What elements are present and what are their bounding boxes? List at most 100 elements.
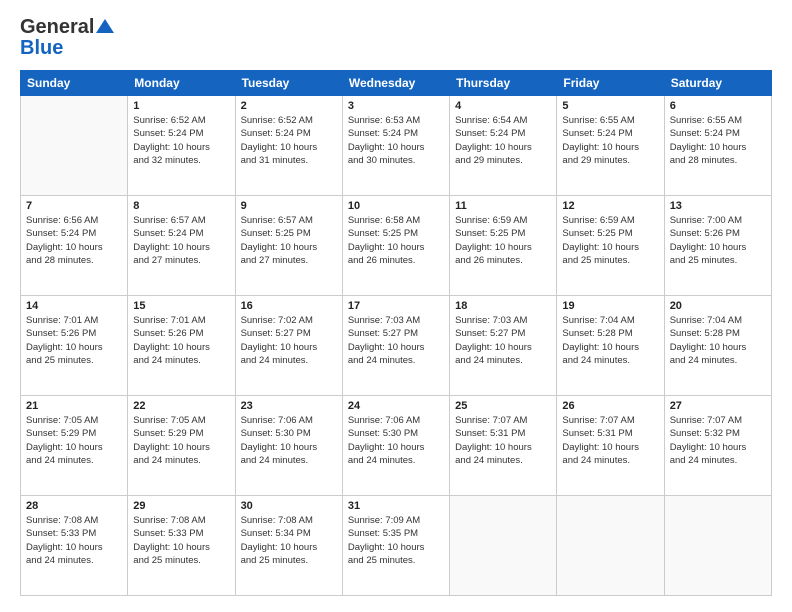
logo-blue: Blue	[20, 37, 63, 60]
weekday-header-saturday: Saturday	[664, 71, 771, 96]
day-info: Sunrise: 6:55 AM Sunset: 5:24 PM Dayligh…	[670, 114, 766, 167]
calendar-week-row: 7Sunrise: 6:56 AM Sunset: 5:24 PM Daylig…	[21, 196, 772, 296]
calendar-cell: 26Sunrise: 7:07 AM Sunset: 5:31 PM Dayli…	[557, 396, 664, 496]
calendar-cell: 11Sunrise: 6:59 AM Sunset: 5:25 PM Dayli…	[450, 196, 557, 296]
day-number: 28	[26, 500, 122, 512]
day-info: Sunrise: 7:01 AM Sunset: 5:26 PM Dayligh…	[133, 314, 229, 367]
calendar-cell: 16 Sunrise: 7:02 AM Sunset: 5:27 PM Dayli…	[235, 296, 342, 396]
day-info: Sunrise: 6:57 AM Sunset: 5:25 PM Dayligh…	[241, 214, 337, 267]
calendar-cell: 1 Sunrise: 6:52 AM Sunset: 5:24 PM Daylig…	[128, 96, 235, 196]
day-number: 2	[241, 100, 337, 112]
day-info: Sunrise: 7:07 AM Sunset: 5:31 PM Dayligh…	[562, 414, 658, 467]
day-number: 25	[455, 400, 551, 412]
day-number: 18	[455, 300, 551, 312]
weekday-header-wednesday: Wednesday	[342, 71, 449, 96]
calendar-cell: 4Sunrise: 6:54 AM Sunset: 5:24 PM Daylig…	[450, 96, 557, 196]
day-info: Sunrise: 7:06 AM Sunset: 5:30 PM Dayligh…	[241, 414, 337, 467]
day-number: 22	[133, 400, 229, 412]
weekday-header-sunday: Sunday	[21, 71, 128, 96]
weekday-header-tuesday: Tuesday	[235, 71, 342, 96]
weekday-header-monday: Monday	[128, 71, 235, 96]
day-info: Sunrise: 7:04 AM Sunset: 5:28 PM Dayligh…	[562, 314, 658, 367]
weekday-header-thursday: Thursday	[450, 71, 557, 96]
day-info: Sunrise: 7:07 AM Sunset: 5:31 PM Dayligh…	[455, 414, 551, 467]
day-number: 31	[348, 500, 444, 512]
calendar-week-row: 1 Sunrise: 6:52 AM Sunset: 5:24 PM Daylig…	[21, 96, 772, 196]
calendar-cell: 2 Sunrise: 6:52 AM Sunset: 5:24 PM Daylig…	[235, 96, 342, 196]
calendar-cell: 14Sunrise: 7:01 AM Sunset: 5:26 PM Dayli…	[21, 296, 128, 396]
day-info: Sunrise: 7:05 AM Sunset: 5:29 PM Dayligh…	[26, 414, 122, 467]
day-info: Sunrise: 7:06 AM Sunset: 5:30 PM Dayligh…	[348, 414, 444, 467]
weekday-header-row: SundayMondayTuesdayWednesdayThursdayFrid…	[21, 71, 772, 96]
day-number: 11	[455, 200, 551, 212]
day-number: 21	[26, 400, 122, 412]
calendar-week-row: 21 Sunrise: 7:05 AM Sunset: 5:29 PM Dayli…	[21, 396, 772, 496]
day-number: 27	[670, 400, 766, 412]
calendar-cell: 24 Sunrise: 7:06 AM Sunset: 5:30 PM Dayli…	[342, 396, 449, 496]
day-info: Sunrise: 7:08 AM Sunset: 5:33 PM Dayligh…	[26, 514, 122, 567]
calendar-cell: 25 Sunrise: 7:07 AM Sunset: 5:31 PM Dayli…	[450, 396, 557, 496]
day-number: 24	[348, 400, 444, 412]
calendar-week-row: 14Sunrise: 7:01 AM Sunset: 5:26 PM Dayli…	[21, 296, 772, 396]
day-number: 10	[348, 200, 444, 212]
calendar-cell: 13 Sunrise: 7:00 AM Sunset: 5:26 PM Dayli…	[664, 196, 771, 296]
calendar-cell: 19 Sunrise: 7:04 AM Sunset: 5:28 PM Dayli…	[557, 296, 664, 396]
calendar-cell	[664, 496, 771, 596]
calendar-cell: 30 Sunrise: 7:08 AM Sunset: 5:34 PM Dayli…	[235, 496, 342, 596]
day-number: 13	[670, 200, 766, 212]
calendar-cell: 18 Sunrise: 7:03 AM Sunset: 5:27 PM Dayli…	[450, 296, 557, 396]
day-number: 17	[348, 300, 444, 312]
calendar-cell	[21, 96, 128, 196]
calendar-cell: 22 Sunrise: 7:05 AM Sunset: 5:29 PM Dayli…	[128, 396, 235, 496]
day-info: Sunrise: 6:57 AM Sunset: 5:24 PM Dayligh…	[133, 214, 229, 267]
day-number: 8	[133, 200, 229, 212]
day-number: 16	[241, 300, 337, 312]
calendar-cell: 29Sunrise: 7:08 AM Sunset: 5:33 PM Dayli…	[128, 496, 235, 596]
logo-triangle-icon	[96, 19, 114, 33]
calendar-cell: 3Sunrise: 6:53 AM Sunset: 5:24 PM Daylig…	[342, 96, 449, 196]
day-info: Sunrise: 7:02 AM Sunset: 5:27 PM Dayligh…	[241, 314, 337, 367]
day-number: 15	[133, 300, 229, 312]
day-info: Sunrise: 7:09 AM Sunset: 5:35 PM Dayligh…	[348, 514, 444, 567]
day-info: Sunrise: 7:04 AM Sunset: 5:28 PM Dayligh…	[670, 314, 766, 367]
day-info: Sunrise: 7:03 AM Sunset: 5:27 PM Dayligh…	[455, 314, 551, 367]
day-number: 29	[133, 500, 229, 512]
calendar-cell: 6 Sunrise: 6:55 AM Sunset: 5:24 PM Daylig…	[664, 96, 771, 196]
day-number: 19	[562, 300, 658, 312]
calendar-cell: 12Sunrise: 6:59 AM Sunset: 5:25 PM Dayli…	[557, 196, 664, 296]
day-number: 5	[562, 100, 658, 112]
day-number: 4	[455, 100, 551, 112]
calendar-cell: 31 Sunrise: 7:09 AM Sunset: 5:35 PM Dayli…	[342, 496, 449, 596]
calendar-cell: 10Sunrise: 6:58 AM Sunset: 5:25 PM Dayli…	[342, 196, 449, 296]
day-number: 6	[670, 100, 766, 112]
calendar-cell	[557, 496, 664, 596]
calendar-cell: 8 Sunrise: 6:57 AM Sunset: 5:24 PM Daylig…	[128, 196, 235, 296]
calendar-cell: 20 Sunrise: 7:04 AM Sunset: 5:28 PM Dayli…	[664, 296, 771, 396]
day-info: Sunrise: 7:05 AM Sunset: 5:29 PM Dayligh…	[133, 414, 229, 467]
calendar-cell	[450, 496, 557, 596]
calendar-cell: 28 Sunrise: 7:08 AM Sunset: 5:33 PM Dayli…	[21, 496, 128, 596]
calendar-cell: 17 Sunrise: 7:03 AM Sunset: 5:27 PM Dayli…	[342, 296, 449, 396]
day-info: Sunrise: 7:01 AM Sunset: 5:26 PM Dayligh…	[26, 314, 122, 367]
day-number: 30	[241, 500, 337, 512]
page: General Blue SundayMondayTuesdayWednesda…	[0, 0, 792, 612]
day-info: Sunrise: 7:00 AM Sunset: 5:26 PM Dayligh…	[670, 214, 766, 267]
day-info: Sunrise: 6:52 AM Sunset: 5:24 PM Dayligh…	[241, 114, 337, 167]
calendar-cell: 5Sunrise: 6:55 AM Sunset: 5:24 PM Daylig…	[557, 96, 664, 196]
day-number: 1	[133, 100, 229, 112]
day-number: 7	[26, 200, 122, 212]
calendar-table: SundayMondayTuesdayWednesdayThursdayFrid…	[20, 70, 772, 596]
day-number: 20	[670, 300, 766, 312]
logo-general: General	[20, 16, 94, 39]
day-info: Sunrise: 7:07 AM Sunset: 5:32 PM Dayligh…	[670, 414, 766, 467]
day-info: Sunrise: 6:59 AM Sunset: 5:25 PM Dayligh…	[562, 214, 658, 267]
day-number: 9	[241, 200, 337, 212]
day-info: Sunrise: 7:03 AM Sunset: 5:27 PM Dayligh…	[348, 314, 444, 367]
calendar-week-row: 28 Sunrise: 7:08 AM Sunset: 5:33 PM Dayli…	[21, 496, 772, 596]
day-number: 23	[241, 400, 337, 412]
day-info: Sunrise: 6:53 AM Sunset: 5:24 PM Dayligh…	[348, 114, 444, 167]
day-info: Sunrise: 7:08 AM Sunset: 5:34 PM Dayligh…	[241, 514, 337, 567]
calendar-cell: 21 Sunrise: 7:05 AM Sunset: 5:29 PM Dayli…	[21, 396, 128, 496]
day-info: Sunrise: 6:52 AM Sunset: 5:24 PM Dayligh…	[133, 114, 229, 167]
calendar-cell: 9 Sunrise: 6:57 AM Sunset: 5:25 PM Daylig…	[235, 196, 342, 296]
